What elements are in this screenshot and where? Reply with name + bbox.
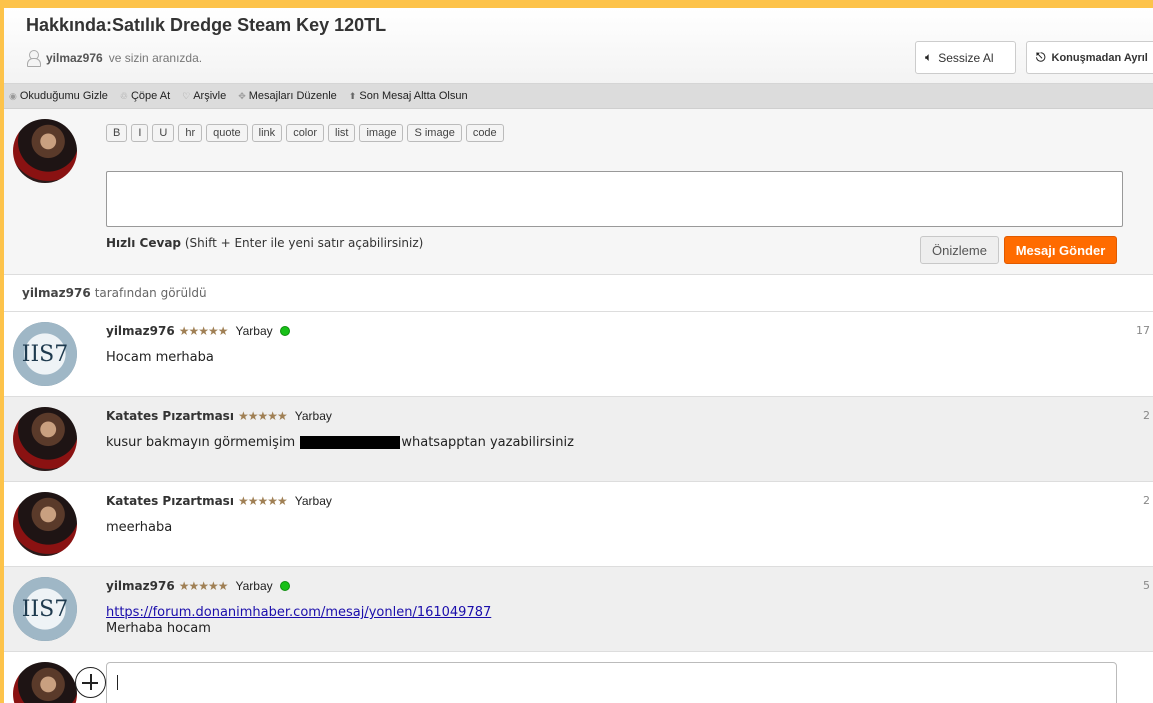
user-avatar[interactable]	[13, 407, 77, 471]
participants-line: yilmaz976 ve sizin aranızda.	[26, 50, 203, 67]
toolbar-label: Okuduğumu Gizle	[19, 90, 108, 102]
toolbar-archive[interactable]: ♡ Arşivle	[182, 90, 226, 102]
conversation-toolbar: ◉ Okuduğumu Gizle ♲ Çöpe At ♡ Arşivle ✥ …	[4, 84, 1153, 109]
my-avatar	[13, 662, 77, 703]
toolbar-label: Mesajları Düzenle	[248, 90, 337, 102]
reply-composer: B I U hr quote link color list image S i…	[4, 109, 1153, 275]
conversation-title: Hakkında:Satılık Dredge Steam Key 120TL	[26, 15, 387, 35]
toolbar-label: Çöpe At	[130, 90, 171, 102]
exit-icon: ⎋	[1036, 50, 1046, 64]
message-time: 2	[1143, 494, 1150, 507]
text-caret	[117, 675, 118, 690]
message-header: Katates Pızartması ★★★★★ Yarbay	[106, 409, 332, 423]
trash-icon: ♲	[119, 90, 128, 101]
user-rank: Yarbay	[235, 579, 273, 593]
user-avatar[interactable]: IIS7	[13, 577, 77, 641]
move-icon: ✥	[238, 90, 246, 101]
format-link-button[interactable]: link	[251, 124, 283, 142]
conversation-header: Hakkında:Satılık Dredge Steam Key 120TL …	[4, 8, 1153, 84]
leave-conversation-button[interactable]: ⎋ Konuşmadan Ayrıl	[1026, 41, 1153, 74]
hint-text: (Shift + Enter ile yeni satır açabilirsi…	[184, 236, 424, 250]
message-time: 17	[1136, 324, 1150, 337]
toolbar-label: Arşivle	[193, 90, 227, 102]
toolbar-last-bottom[interactable]: ⬆ Son Mesaj Altta Olsun	[349, 90, 468, 102]
message-username[interactable]: Katates Pızartması	[106, 494, 234, 508]
user-rank: Yarbay	[294, 409, 332, 423]
quick-reply-hint: Hızlı Cevap (Shift + Enter ile yeni satı…	[106, 236, 423, 250]
toolbar-hide-read[interactable]: ◉ Okuduğumu Gizle	[9, 90, 108, 102]
star-rating-icon: ★★★★★	[178, 324, 229, 338]
eye-icon: ◉	[9, 90, 17, 101]
format-underline-button[interactable]: U	[152, 124, 175, 142]
format-italic-button[interactable]: I	[131, 124, 149, 142]
user-avatar[interactable]	[13, 492, 77, 556]
format-image-button[interactable]: image	[359, 124, 404, 142]
my-avatar	[13, 119, 77, 183]
format-bold-button[interactable]: B	[106, 124, 128, 142]
message-text: whatsapptan yazabilirsiniz	[401, 435, 574, 450]
user-rank: Yarbay	[294, 494, 332, 508]
message-body: https://forum.donanimhaber.com/mesaj/yon…	[106, 605, 491, 637]
message-item: Katates Pızartması ★★★★★ Yarbay 2 kusur …	[4, 397, 1153, 482]
online-status-icon	[279, 581, 290, 591]
message-body: Hocam merhaba	[106, 350, 214, 365]
format-quote-button[interactable]: quote	[206, 124, 248, 142]
message-text: Merhaba hocam	[106, 621, 211, 636]
format-list-button[interactable]: list	[328, 124, 356, 142]
archive-icon: ♡	[182, 90, 191, 101]
quick-reply-composer	[4, 652, 1153, 703]
message-header: yilmaz976 ★★★★★ Yarbay	[106, 579, 290, 593]
toolbar-edit-messages[interactable]: ✥ Mesajları Düzenle	[238, 90, 337, 102]
redaction-box	[300, 436, 401, 449]
message-item: IIS7 yilmaz976 ★★★★★ Yarbay 5 https://fo…	[4, 567, 1153, 652]
format-s-image-button[interactable]: S image	[407, 124, 462, 142]
participant-name[interactable]: yilmaz976	[46, 51, 103, 65]
message-username[interactable]: Katates Pızartması	[106, 409, 234, 423]
format-color-button[interactable]: color	[286, 124, 325, 142]
seen-status: yilmaz976 tarafından görüldü	[4, 275, 1153, 312]
star-rating-icon: ★★★★★	[237, 409, 288, 423]
add-attachment-button[interactable]	[75, 667, 106, 698]
message-header: yilmaz976 ★★★★★ Yarbay	[106, 324, 290, 338]
speaker-icon: 🔈︎	[925, 50, 933, 64]
message-item: IIS7 yilmaz976 ★★★★★ Yarbay 17 Hocam mer…	[4, 312, 1153, 397]
user-avatar[interactable]: IIS7	[13, 322, 77, 386]
format-code-button[interactable]: code	[465, 124, 504, 142]
quick-reply-input[interactable]	[106, 662, 1117, 703]
online-status-icon	[279, 326, 290, 336]
format-buttons: B I U hr quote link color list image S i…	[106, 124, 504, 142]
seen-suffix: tarafından görüldü	[94, 286, 207, 300]
format-hr-button[interactable]: hr	[178, 124, 203, 142]
seen-user[interactable]: yilmaz976	[22, 286, 91, 300]
user-icon	[26, 50, 41, 67]
preview-button[interactable]: Önizleme	[920, 236, 999, 264]
toolbar-label: Son Mesaj Altta Olsun	[359, 90, 468, 102]
participant-suffix: ve sizin aranızda.	[108, 51, 203, 65]
star-rating-icon: ★★★★★	[178, 579, 229, 593]
send-message-button[interactable]: Mesajı Gönder	[1004, 236, 1117, 264]
message-header: Katates Pızartması ★★★★★ Yarbay	[106, 494, 332, 508]
message-item: Katates Pızartması ★★★★★ Yarbay 2 meerha…	[4, 482, 1153, 567]
reply-textarea[interactable]	[106, 171, 1123, 227]
star-rating-icon: ★★★★★	[237, 494, 288, 508]
toolbar-trash[interactable]: ♲ Çöpe At	[120, 90, 170, 102]
message-link[interactable]: https://forum.donanimhaber.com/mesaj/yon…	[106, 605, 491, 620]
message-username[interactable]: yilmaz976	[106, 579, 175, 593]
message-username[interactable]: yilmaz976	[106, 324, 175, 338]
mute-label: Sessize Al	[938, 50, 994, 65]
top-accent-bar	[0, 0, 1153, 8]
hint-bold: Hızlı Cevap	[106, 236, 181, 250]
user-rank: Yarbay	[235, 324, 273, 338]
arrow-up-icon: ⬆	[348, 90, 357, 101]
leave-label: Konuşmadan Ayrıl	[1051, 51, 1148, 64]
message-time: 5	[1143, 579, 1150, 592]
message-time: 2	[1143, 409, 1150, 422]
mute-button[interactable]: 🔈︎ Sessize Al	[915, 41, 1016, 74]
message-body: kusur bakmayın görmemişim whatsapptan ya…	[106, 435, 574, 451]
message-body: meerhaba	[106, 520, 173, 535]
message-text: kusur bakmayın görmemişim	[106, 435, 296, 450]
